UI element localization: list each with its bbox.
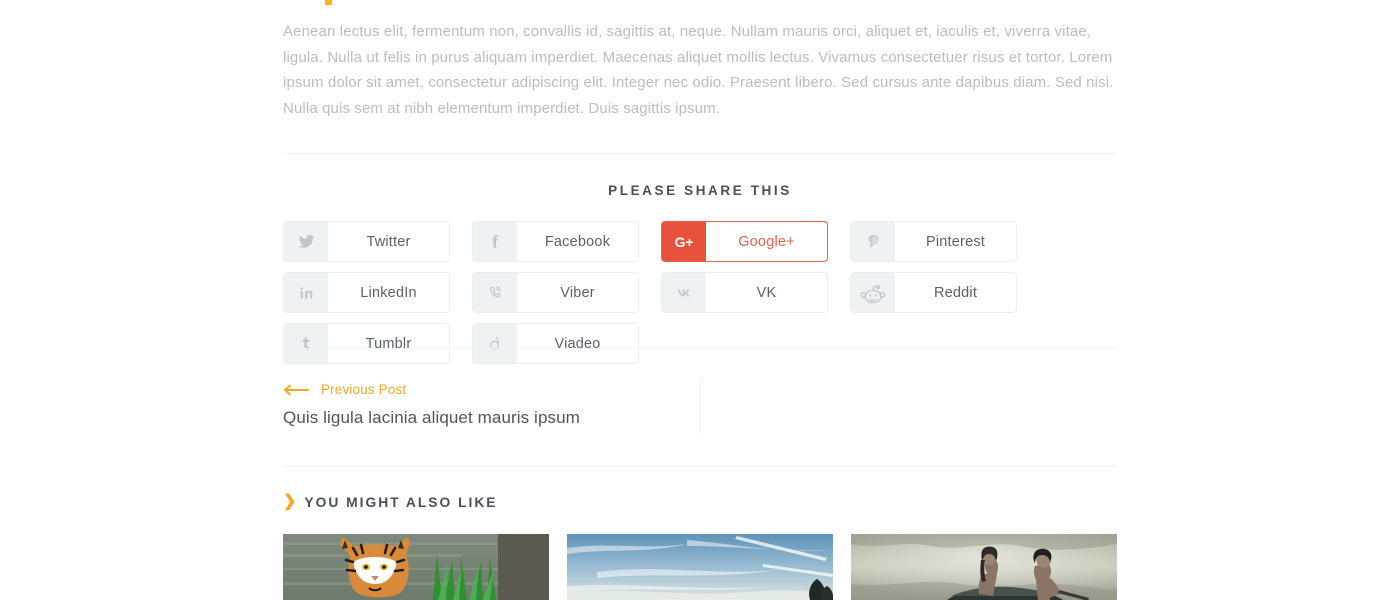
share-button-tumblr[interactable]: Tumblr <box>283 323 450 364</box>
share-button-label: Tumblr <box>365 335 412 352</box>
share-button-label: Twitter <box>366 233 411 250</box>
share-button-label: LinkedIn <box>360 284 417 301</box>
share-button-linkedin[interactable]: LinkedIn <box>283 272 450 313</box>
share-button-googleplus[interactable]: G+ Google+ <box>661 221 828 262</box>
share-button-reddit[interactable]: Reddit <box>850 272 1017 313</box>
share-button-pinterest[interactable]: Pinterest <box>850 221 1017 262</box>
arrow-left-icon <box>284 384 309 395</box>
linkedin-icon <box>284 273 328 312</box>
related-post-thumbnail <box>567 534 833 600</box>
share-button-label: Viber <box>560 284 595 301</box>
post-navigation: Previous Post Quis ligula lacinia alique… <box>283 372 1117 442</box>
divider-above-share <box>283 153 1117 154</box>
postnav-vertical-divider <box>700 378 701 435</box>
blog-post-page: Aenean lectus elit, fermentum non, conva… <box>0 0 1400 600</box>
divider-above-related <box>283 466 1117 467</box>
share-button-twitter[interactable]: Twitter <box>283 221 450 262</box>
share-button-viber[interactable]: Viber <box>472 272 639 313</box>
pinterest-icon <box>851 222 895 261</box>
reddit-icon <box>851 273 895 312</box>
divider-above-postnav <box>283 348 1117 349</box>
share-button-label: Viadeo <box>554 335 601 352</box>
related-post-thumbnail <box>283 534 549 600</box>
googleplus-icon: G+ <box>662 222 706 261</box>
tumblr-icon <box>284 324 328 363</box>
related-post-card[interactable] <box>283 534 549 600</box>
share-button-viadeo[interactable]: Viadeo <box>472 323 639 364</box>
share-button-label: Pinterest <box>925 233 986 250</box>
twitter-icon <box>284 222 328 261</box>
cut-off-tag-fragment <box>325 0 332 5</box>
share-button-label: Reddit <box>933 284 978 301</box>
share-button-label: Google+ <box>738 233 795 250</box>
previous-post-kicker: Previous Post <box>321 382 407 397</box>
viadeo-icon <box>473 324 517 363</box>
post-body-text: Aenean lectus elit, fermentum non, conva… <box>283 23 1114 117</box>
facebook-icon <box>473 222 517 261</box>
viber-icon <box>473 273 517 312</box>
previous-post-link[interactable]: Previous Post <box>283 382 406 397</box>
share-buttons-grid: Twitter Facebook G+ Google+ Pinterest Li… <box>283 221 1117 364</box>
related-section-header: ❯ YOU MIGHT ALSO LIKE <box>283 494 498 510</box>
related-post-card[interactable] <box>567 534 833 600</box>
share-button-label: VK <box>756 284 777 301</box>
vk-icon <box>662 273 706 312</box>
share-section-title: PLEASE SHARE THIS <box>608 183 792 198</box>
share-button-vk[interactable]: VK <box>661 272 828 313</box>
related-post-thumbnail <box>851 534 1117 600</box>
related-posts-grid <box>283 534 1117 600</box>
share-button-facebook[interactable]: Facebook <box>472 221 639 262</box>
related-section-title: YOU MIGHT ALSO LIKE <box>304 494 498 510</box>
related-post-card[interactable] <box>851 534 1117 600</box>
chevron-right-icon: ❯ <box>283 493 297 510</box>
share-button-label: Facebook <box>544 233 611 250</box>
previous-post-title[interactable]: Quis ligula lacinia aliquet mauris ipsum <box>283 408 580 428</box>
